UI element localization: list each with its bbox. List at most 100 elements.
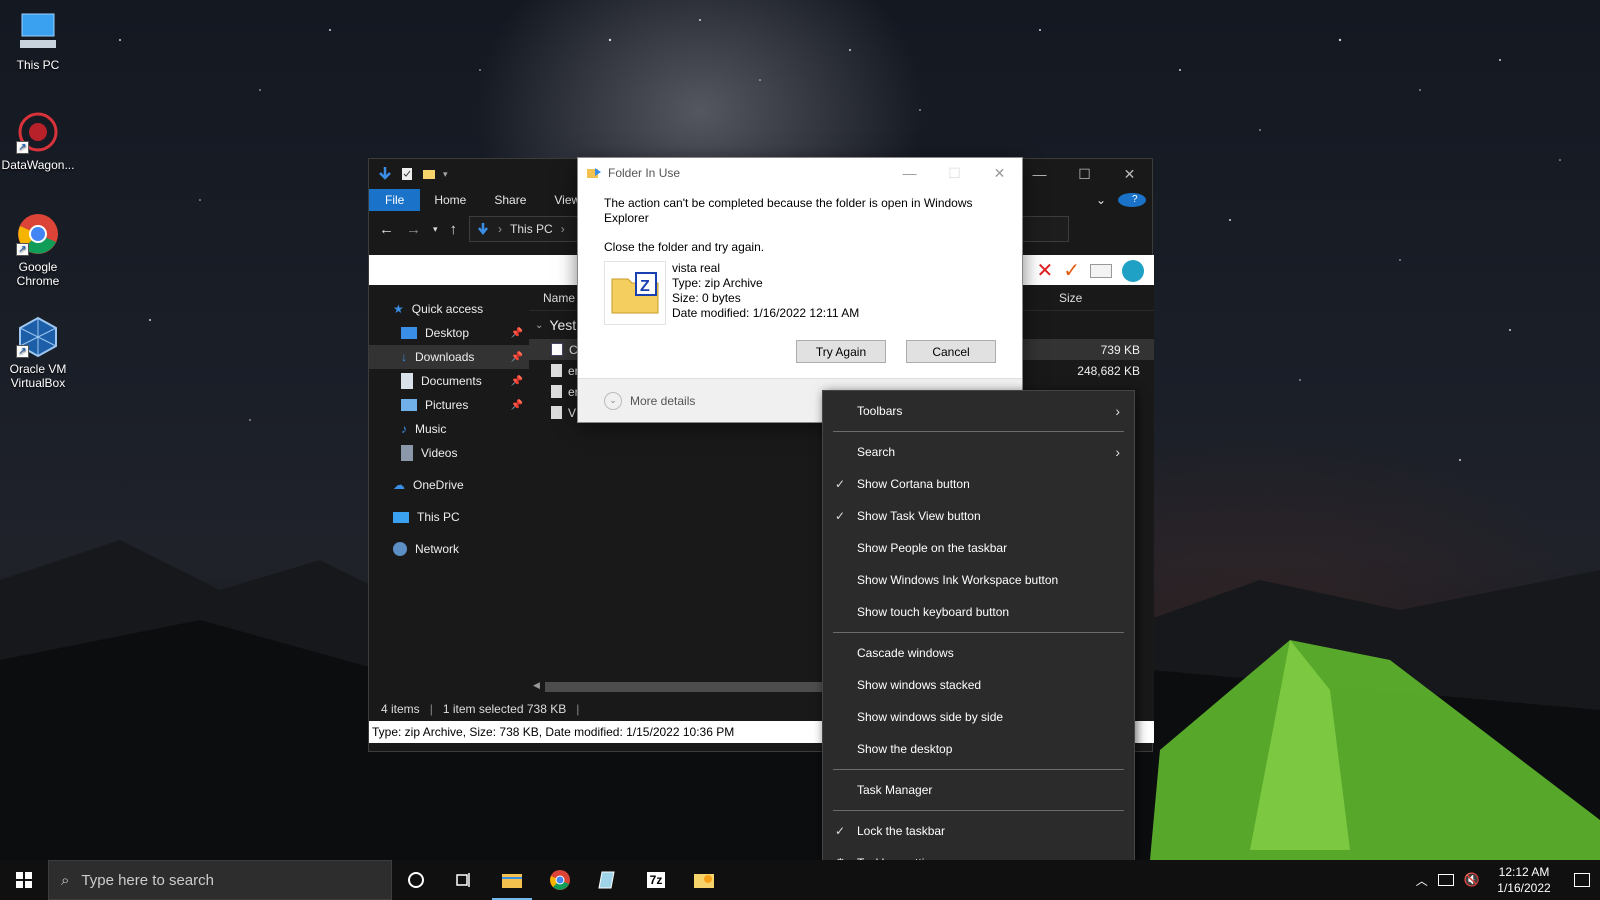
cancel-button[interactable]: Cancel — [906, 340, 996, 363]
menu-item-label: Show Windows Ink Workspace button — [857, 573, 1059, 587]
menu-item-show-ink-workspace[interactable]: Show Windows Ink Workspace button — [823, 564, 1134, 596]
quick-access-dropdown-icon[interactable]: ▾ — [443, 169, 448, 180]
minimize-icon[interactable]: — — [1017, 159, 1062, 189]
breadcrumb-separator-icon: › — [560, 222, 565, 236]
nav-videos[interactable]: Videos — [369, 441, 529, 465]
taskbar-app-folder[interactable] — [680, 860, 728, 900]
desktop-icon-this-pc[interactable]: This PC — [0, 10, 76, 72]
task-view-button[interactable] — [440, 860, 488, 900]
globe-icon[interactable] — [1122, 259, 1144, 282]
menu-item-task-manager[interactable]: Task Manager — [823, 774, 1134, 806]
desktop-icon-virtualbox[interactable]: ↗ Oracle VM VirtualBox — [0, 314, 76, 390]
cortana-circle-icon — [408, 872, 424, 888]
close-icon[interactable]: ✕ — [1107, 159, 1152, 189]
mail-icon[interactable] — [1090, 263, 1112, 278]
menu-item-show-desktop[interactable]: Show the desktop — [823, 733, 1134, 765]
dialog-window-controls: — ☐ ✕ — [887, 158, 1022, 188]
menu-item-side-by-side[interactable]: Show windows side by side — [823, 701, 1134, 733]
clock[interactable]: 12:12 AM 1/16/2022 — [1490, 864, 1558, 896]
back-arrow-icon[interactable]: ← — [379, 221, 394, 238]
menu-item-label: Show People on the taskbar — [857, 541, 1008, 555]
check-icon[interactable]: ✓ — [1063, 258, 1080, 283]
nav-label: OneDrive — [413, 478, 464, 492]
desktop-icon-label: Google Chrome — [16, 260, 60, 288]
ribbon-expand-icon[interactable]: ⌄ — [1090, 189, 1112, 211]
file-name: vista real — [672, 261, 721, 275]
folder-in-use-dialog: Folder In Use — ☐ ✕ The action can't be … — [577, 157, 1023, 423]
datawagon-icon: ↗ — [16, 110, 60, 154]
close-icon[interactable]: ✕ — [977, 158, 1022, 188]
tab-file[interactable]: File — [369, 189, 421, 211]
try-again-button[interactable]: Try Again — [796, 340, 886, 363]
breadcrumb-this-pc[interactable]: This PC — [510, 222, 553, 236]
taskbar-search-input[interactable]: ⌕ Type here to search — [48, 860, 392, 900]
file-icon — [551, 385, 562, 398]
documents-icon — [401, 373, 413, 389]
pin-icon: 📌 — [510, 327, 523, 339]
zip-archive-icon: Z — [604, 261, 666, 325]
help-icon[interactable]: ? — [1112, 189, 1152, 211]
file-details: vista real Type: zip Archive Size: 0 byt… — [666, 261, 859, 325]
column-header-name[interactable]: Name — [543, 291, 575, 305]
nav-desktop[interactable]: Desktop 📌 — [369, 321, 529, 345]
cloud-icon: ☁ — [393, 478, 405, 492]
minimize-icon[interactable]: — — [887, 158, 932, 188]
nav-onedrive[interactable]: ☁ OneDrive — [369, 473, 529, 497]
nav-pictures[interactable]: Pictures 📌 — [369, 393, 529, 417]
menu-item-label: Toolbars — [857, 404, 903, 418]
dialog-title: Folder In Use — [608, 166, 681, 180]
scrollbar-thumb[interactable] — [545, 682, 825, 692]
nav-label: Desktop — [425, 326, 470, 340]
network-icon[interactable] — [1437, 874, 1454, 886]
scroll-left-icon[interactable]: ◀ — [533, 680, 540, 691]
chevron-up-icon[interactable]: ︿ — [1416, 872, 1428, 889]
network-icon — [393, 542, 407, 556]
taskbar-chrome[interactable] — [536, 860, 584, 900]
menu-item-show-task-view[interactable]: ✓ Show Task View button — [823, 500, 1134, 532]
music-icon: ♪ — [401, 422, 407, 436]
dialog-message: The action can't be completed because th… — [604, 196, 973, 225]
nav-downloads[interactable]: ↓ Downloads 📌 — [369, 345, 529, 369]
maximize-icon[interactable]: ☐ — [932, 158, 977, 188]
cortana-button[interactable] — [392, 860, 440, 900]
start-button[interactable] — [0, 860, 48, 900]
nav-documents[interactable]: Documents 📌 — [369, 369, 529, 393]
menu-item-windows-stacked[interactable]: Show windows stacked — [823, 669, 1134, 701]
menu-item-label: Show Task View button — [857, 509, 981, 523]
new-folder-icon[interactable] — [421, 166, 437, 182]
maximize-icon[interactable]: ☐ — [1062, 159, 1107, 189]
nav-this-pc[interactable]: This PC — [369, 505, 529, 529]
recent-locations-icon[interactable]: ▾ — [433, 224, 438, 235]
taskbar-app-notepad[interactable] — [584, 860, 632, 900]
tab-home[interactable]: Home — [420, 189, 480, 211]
taskbar-7zip[interactable]: 7z — [632, 860, 680, 900]
nav-quick-access[interactable]: ★ Quick access — [369, 297, 529, 321]
tab-share[interactable]: Share — [480, 189, 540, 211]
properties-icon[interactable] — [399, 166, 415, 182]
volume-muted-icon[interactable]: 🔇 — [1464, 872, 1480, 888]
videos-icon — [401, 445, 413, 461]
nav-network[interactable]: Network — [369, 537, 529, 561]
desktop-icon-datawagon[interactable]: ↗ DataWagon... — [0, 110, 76, 172]
taskbar-file-explorer[interactable] — [488, 860, 536, 900]
desktop-icon-label: Oracle VM VirtualBox — [9, 362, 67, 390]
menu-item-toolbars[interactable]: Toolbars › — [823, 395, 1134, 427]
menu-item-lock-taskbar[interactable]: ✓ Lock the taskbar — [823, 815, 1134, 847]
delete-icon[interactable]: ✕ — [1036, 258, 1053, 283]
menu-item-show-people[interactable]: Show People on the taskbar — [823, 532, 1134, 564]
menu-item-cascade-windows[interactable]: Cascade windows — [823, 637, 1134, 669]
menu-item-show-cortana[interactable]: ✓ Show Cortana button — [823, 468, 1134, 500]
nav-label: Documents — [421, 374, 482, 388]
desktop-icon-google-chrome[interactable]: ↗ Google Chrome — [0, 212, 76, 288]
chevron-right-icon: › — [1115, 403, 1120, 419]
forward-arrow-icon[interactable]: → — [406, 221, 421, 238]
status-item-count: 4 items — [381, 702, 420, 716]
nav-music[interactable]: ♪ Music — [369, 417, 529, 441]
menu-item-search[interactable]: Search › — [823, 436, 1134, 468]
notification-icon[interactable] — [1574, 873, 1590, 887]
up-arrow-icon[interactable]: ↑ — [450, 221, 458, 238]
desktop-folder-icon — [401, 327, 417, 339]
menu-item-show-touch-keyboard[interactable]: Show touch keyboard button — [823, 596, 1134, 628]
download-arrow-icon: ↓ — [401, 350, 407, 364]
column-header-size[interactable]: Size — [1059, 291, 1082, 305]
